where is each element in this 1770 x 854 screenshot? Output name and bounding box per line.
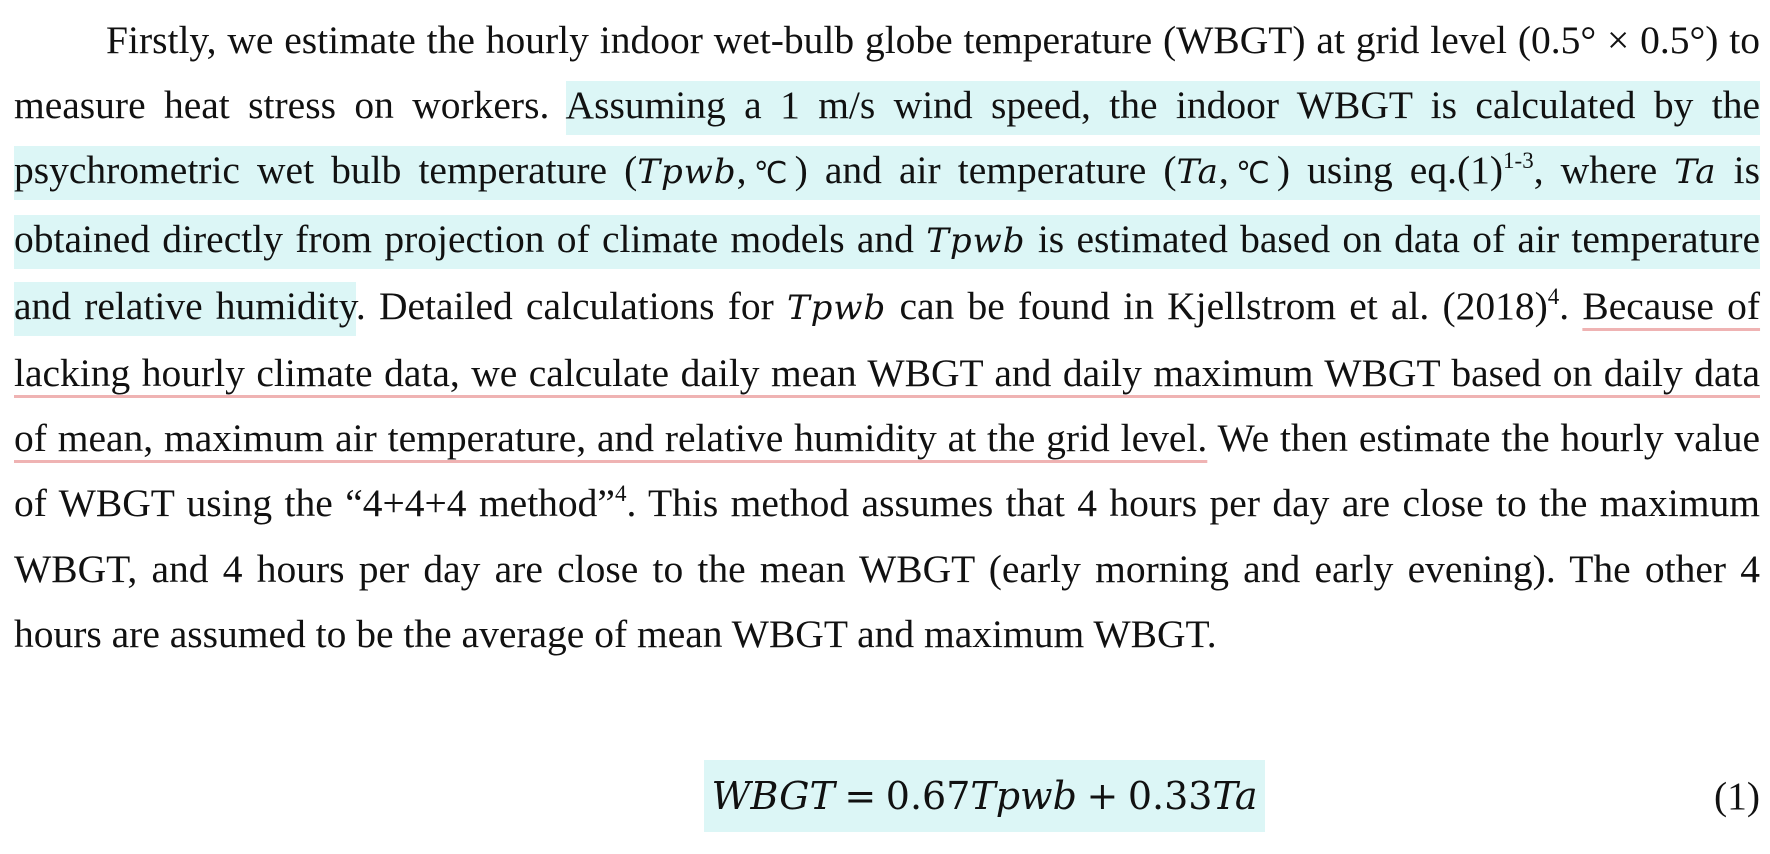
equation-row: WBGT = 0.67Tpwb + 0.33Ta (1): [14, 760, 1760, 832]
math-number: 0.33: [1127, 774, 1213, 818]
highlight-text: ,: [1218, 148, 1229, 193]
highlight-text: ) using eq.(1): [1276, 148, 1504, 193]
sentence-text: . Detailed calculations for: [355, 283, 787, 328]
body-paragraph: Firstly, we estimate the hourly indoor w…: [14, 8, 1760, 667]
math-space: [835, 782, 845, 817]
math-space: [876, 782, 886, 817]
citation-superscript: 1-3: [1503, 148, 1534, 174]
math-space: [1118, 782, 1128, 817]
math-operator: =: [844, 774, 877, 818]
equation-number: (1): [1713, 774, 1760, 818]
document-page: Firstly, we estimate the hourly indoor w…: [14, 8, 1760, 832]
citation-superscript: 4: [614, 481, 627, 507]
highlight-text: , where: [1533, 148, 1675, 193]
math-variable: WBGT: [711, 774, 835, 818]
sentence-text: can be found in Kjellstrom et al. (2018): [886, 283, 1548, 328]
math-ta: Ta: [1674, 152, 1717, 193]
equation-formula: WBGT = 0.67Tpwb + 0.33Ta: [704, 760, 1265, 832]
math-tpwb: Tpwb: [786, 287, 887, 328]
math-tpwb: Tpwb: [637, 152, 737, 193]
citation-superscript: 4: [1547, 283, 1560, 309]
sentence-text: .: [1559, 283, 1583, 328]
highlight-text: ,: [736, 148, 747, 193]
math-tpwb: Tpwb: [926, 220, 1026, 261]
equation-highlight: WBGT = 0.67Tpwb + 0.33Ta: [704, 760, 1265, 832]
celsius-symbol: ℃: [1228, 156, 1277, 192]
math-operator: +: [1086, 774, 1119, 818]
math-variable: Ta: [1212, 774, 1258, 818]
math-ta: Ta: [1176, 152, 1219, 193]
math-variable: Tpwb: [970, 774, 1077, 818]
math-number: 0.67: [885, 774, 971, 818]
highlight-text: ) and air temperature (: [794, 148, 1177, 193]
celsius-symbol: ℃: [746, 156, 795, 192]
